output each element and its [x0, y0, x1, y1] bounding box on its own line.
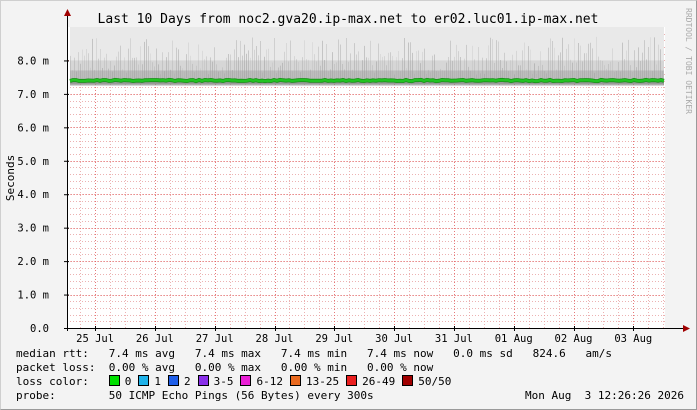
loss-color-label-text: 0: [124, 375, 132, 388]
x-axis-arrow: [683, 325, 690, 332]
loss-color-list: 0 1 2 3-5 6-12 13-25 26-49 50/50: [108, 375, 459, 389]
y-tick-label: 1.0 m: [17, 290, 49, 302]
loss-color-label-text: 2: [183, 375, 191, 388]
probe-label: probe:: [16, 389, 56, 402]
y-tick-label: 4.0 m: [17, 189, 49, 201]
timestamp: Mon Aug 3 12:26:26 2026: [525, 389, 684, 402]
y-tick-label: 0.0: [30, 323, 49, 335]
median-line: [69, 77, 665, 84]
loss-color-item: 6-12: [240, 375, 283, 389]
median-rtt-line: [69, 78, 665, 83]
loss-color-item: 0: [108, 375, 132, 389]
loss-color-item: 26-49: [346, 375, 395, 389]
loss-color-label-text: 1: [154, 375, 161, 388]
legend-loss-color-row: loss color: 0 1 2 3-5 6-12 13-25 26-49 50/50: [16, 375, 458, 389]
y-tick-label: 5.0 m: [17, 156, 49, 168]
loss-color-swatch: [240, 375, 252, 386]
loss-color-label-text: 3-5: [213, 375, 234, 388]
loss-color-swatch: [402, 375, 414, 386]
x-tick-label: 03 Aug: [614, 333, 652, 345]
smoke-band: [70, 27, 664, 86]
x-tick-label: 30 Jul: [375, 333, 413, 345]
loss-color-item: 2: [167, 375, 191, 389]
loss-color-label-text: 6-12: [256, 375, 283, 388]
loss-color-swatch: [346, 375, 358, 386]
median-rtt-label: median rtt:: [16, 347, 89, 360]
legend-probe-row: probe: 50 ICMP Echo Pings (56 Bytes) eve…: [16, 389, 684, 403]
loss-color-swatch: [197, 375, 209, 386]
median-rtt-values: 7.4 ms avg 7.4 ms max 7.4 ms min 7.4 ms …: [108, 347, 613, 360]
loss-color-swatch: [289, 375, 301, 386]
x-tick-label: 28 Jul: [256, 333, 294, 345]
loss-color-label: loss color:: [16, 375, 89, 388]
probe-value: 50 ICMP Echo Pings (56 Bytes) every 300s: [108, 389, 374, 402]
loss-color-label-text: 13-25: [305, 375, 340, 388]
y-tick-labels: 0.0 1.0 m 2.0 m 3.0 m 4.0 m 5.0 m 6.0 m 7.0 m 8.…: [17, 55, 69, 335]
loss-color-label-text: 26-49: [362, 375, 396, 388]
rrdtool-watermark: RRDTOOL / TOBI OETIKER: [684, 8, 693, 114]
x-tick-label: 25 Jul: [76, 333, 114, 345]
loss-color-swatch: [108, 375, 120, 386]
y-tick-label: 2.0 m: [17, 256, 49, 268]
x-tick-label: 26 Jul: [136, 333, 174, 345]
loss-color-item: 3-5: [197, 375, 234, 389]
loss-color-swatch: [167, 375, 179, 386]
loss-color-item: 13-25: [289, 375, 340, 389]
packet-loss-values: 0.00 % avg 0.00 % max 0.00 % min 0.00 % …: [108, 361, 434, 374]
x-tick-label: 02 Aug: [555, 333, 593, 345]
y-axis-label: Seconds: [4, 155, 17, 201]
x-tick-label: 29 Jul: [315, 333, 353, 345]
x-tick-label: 01 Aug: [495, 333, 533, 345]
latency-chart: Last 10 Days from noc2.gva20.ip-max.net …: [4, 8, 693, 345]
loss-color-swatch: [138, 375, 150, 386]
y-tick-label: 8.0 m: [17, 55, 49, 67]
legend-median-row: median rtt: 7.4 ms avg 7.4 ms max 7.4 ms…: [16, 347, 612, 361]
y-tick-label: 3.0 m: [17, 223, 49, 235]
loss-color-item: 1: [138, 375, 161, 389]
packet-loss-label: packet loss:: [16, 361, 96, 374]
loss-color-item: 50/50: [402, 375, 451, 389]
y-tick-label: 7.0 m: [17, 89, 49, 101]
chart-title: Last 10 Days from noc2.gva20.ip-max.net …: [98, 12, 599, 27]
legend-loss-row: packet loss: 0.00 % avg 0.00 % max 0.00 …: [16, 361, 433, 375]
x-tick-label: 27 Jul: [196, 333, 234, 345]
y-tick-label: 6.0 m: [17, 122, 49, 134]
y-axis-arrow: [64, 9, 71, 16]
x-tick-label: 31 Jul: [435, 333, 473, 345]
loss-color-label-text: 50/50: [418, 375, 452, 388]
